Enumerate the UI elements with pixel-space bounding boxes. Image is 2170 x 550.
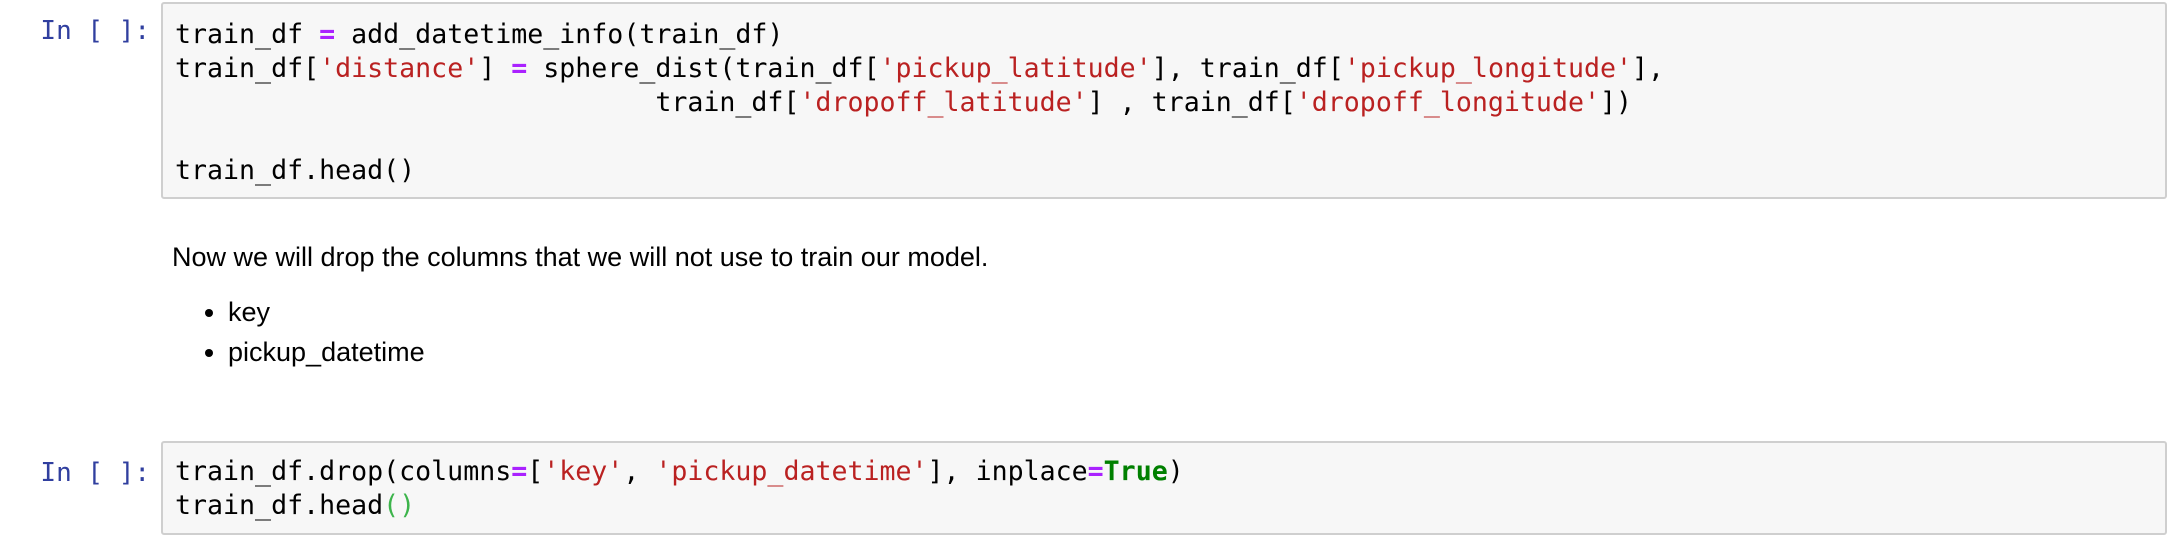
code-text: train_df.head: [175, 490, 384, 521]
code-string: 'pickup_datetime': [655, 456, 928, 487]
code-string: 'key': [543, 456, 624, 487]
cell-2-prompt: In [ ]:: [40, 458, 150, 488]
code-text: ], train_df[: [1151, 53, 1344, 84]
code-line: train_df['distance'] = sphere_dist(train…: [175, 52, 2165, 86]
code-text: train_df: [175, 19, 320, 50]
code-operator: =: [511, 456, 528, 487]
code-text: train_df.head(): [175, 155, 416, 186]
code-string: 'dropoff_latitude': [799, 87, 1088, 118]
code-line: train_df['dropoff_latitude'] , train_df[…: [175, 86, 2165, 120]
code-line: train_df.head(): [175, 489, 2165, 523]
code-editor-1[interactable]: train_df = add_datetime_info(train_df) tr…: [163, 4, 2165, 188]
code-line: ​: [175, 120, 2165, 154]
code-text: train_df.drop(columns: [175, 456, 512, 487]
code-operator: =: [511, 53, 528, 84]
code-string: 'pickup_longitude': [1343, 53, 1633, 84]
code-paren: (): [383, 490, 416, 521]
markdown-cell: Now we will drop the columns that we wil…: [172, 240, 2162, 372]
code-line: train_df.head(): [175, 154, 2165, 188]
code-text: [: [527, 456, 544, 487]
code-text: ): [1167, 456, 1184, 487]
cell-1-prompt: In [ ]:: [40, 16, 150, 46]
list-item: pickup_datetime: [228, 332, 2162, 372]
code-text: train_df[: [175, 53, 320, 84]
code-text: ] , train_df[: [1087, 87, 1296, 118]
code-line: train_df = add_datetime_info(train_df): [175, 18, 2165, 52]
list-item: key: [228, 292, 2162, 332]
code-text: ]: [479, 53, 512, 84]
code-cell-2[interactable]: train_df.drop(columns=['key', 'pickup_da…: [161, 441, 2167, 535]
code-text: ,: [623, 456, 656, 487]
code-string: 'distance': [319, 53, 480, 84]
code-text: train_df[: [175, 87, 800, 118]
code-text: ],: [1632, 53, 1665, 84]
code-operator: =: [1087, 456, 1104, 487]
code-editor-2[interactable]: train_df.drop(columns=['key', 'pickup_da…: [163, 443, 2165, 523]
code-text: ]): [1599, 87, 1633, 118]
code-string: 'pickup_latitude': [879, 53, 1152, 84]
code-keyword: True: [1103, 456, 1168, 487]
code-line: train_df.drop(columns=['key', 'pickup_da…: [175, 455, 2165, 489]
code-string: 'dropoff_longitude': [1295, 87, 1600, 118]
code-operator: =: [319, 19, 336, 50]
code-text: sphere_dist(train_df[: [527, 53, 880, 84]
code-text: add_datetime_info(train_df): [335, 19, 784, 50]
markdown-paragraph: Now we will drop the columns that we wil…: [172, 242, 989, 272]
code-text: ], inplace: [927, 456, 1088, 487]
markdown-list: key pickup_datetime: [172, 292, 2162, 372]
code-cell-1[interactable]: train_df = add_datetime_info(train_df) tr…: [161, 2, 2167, 199]
